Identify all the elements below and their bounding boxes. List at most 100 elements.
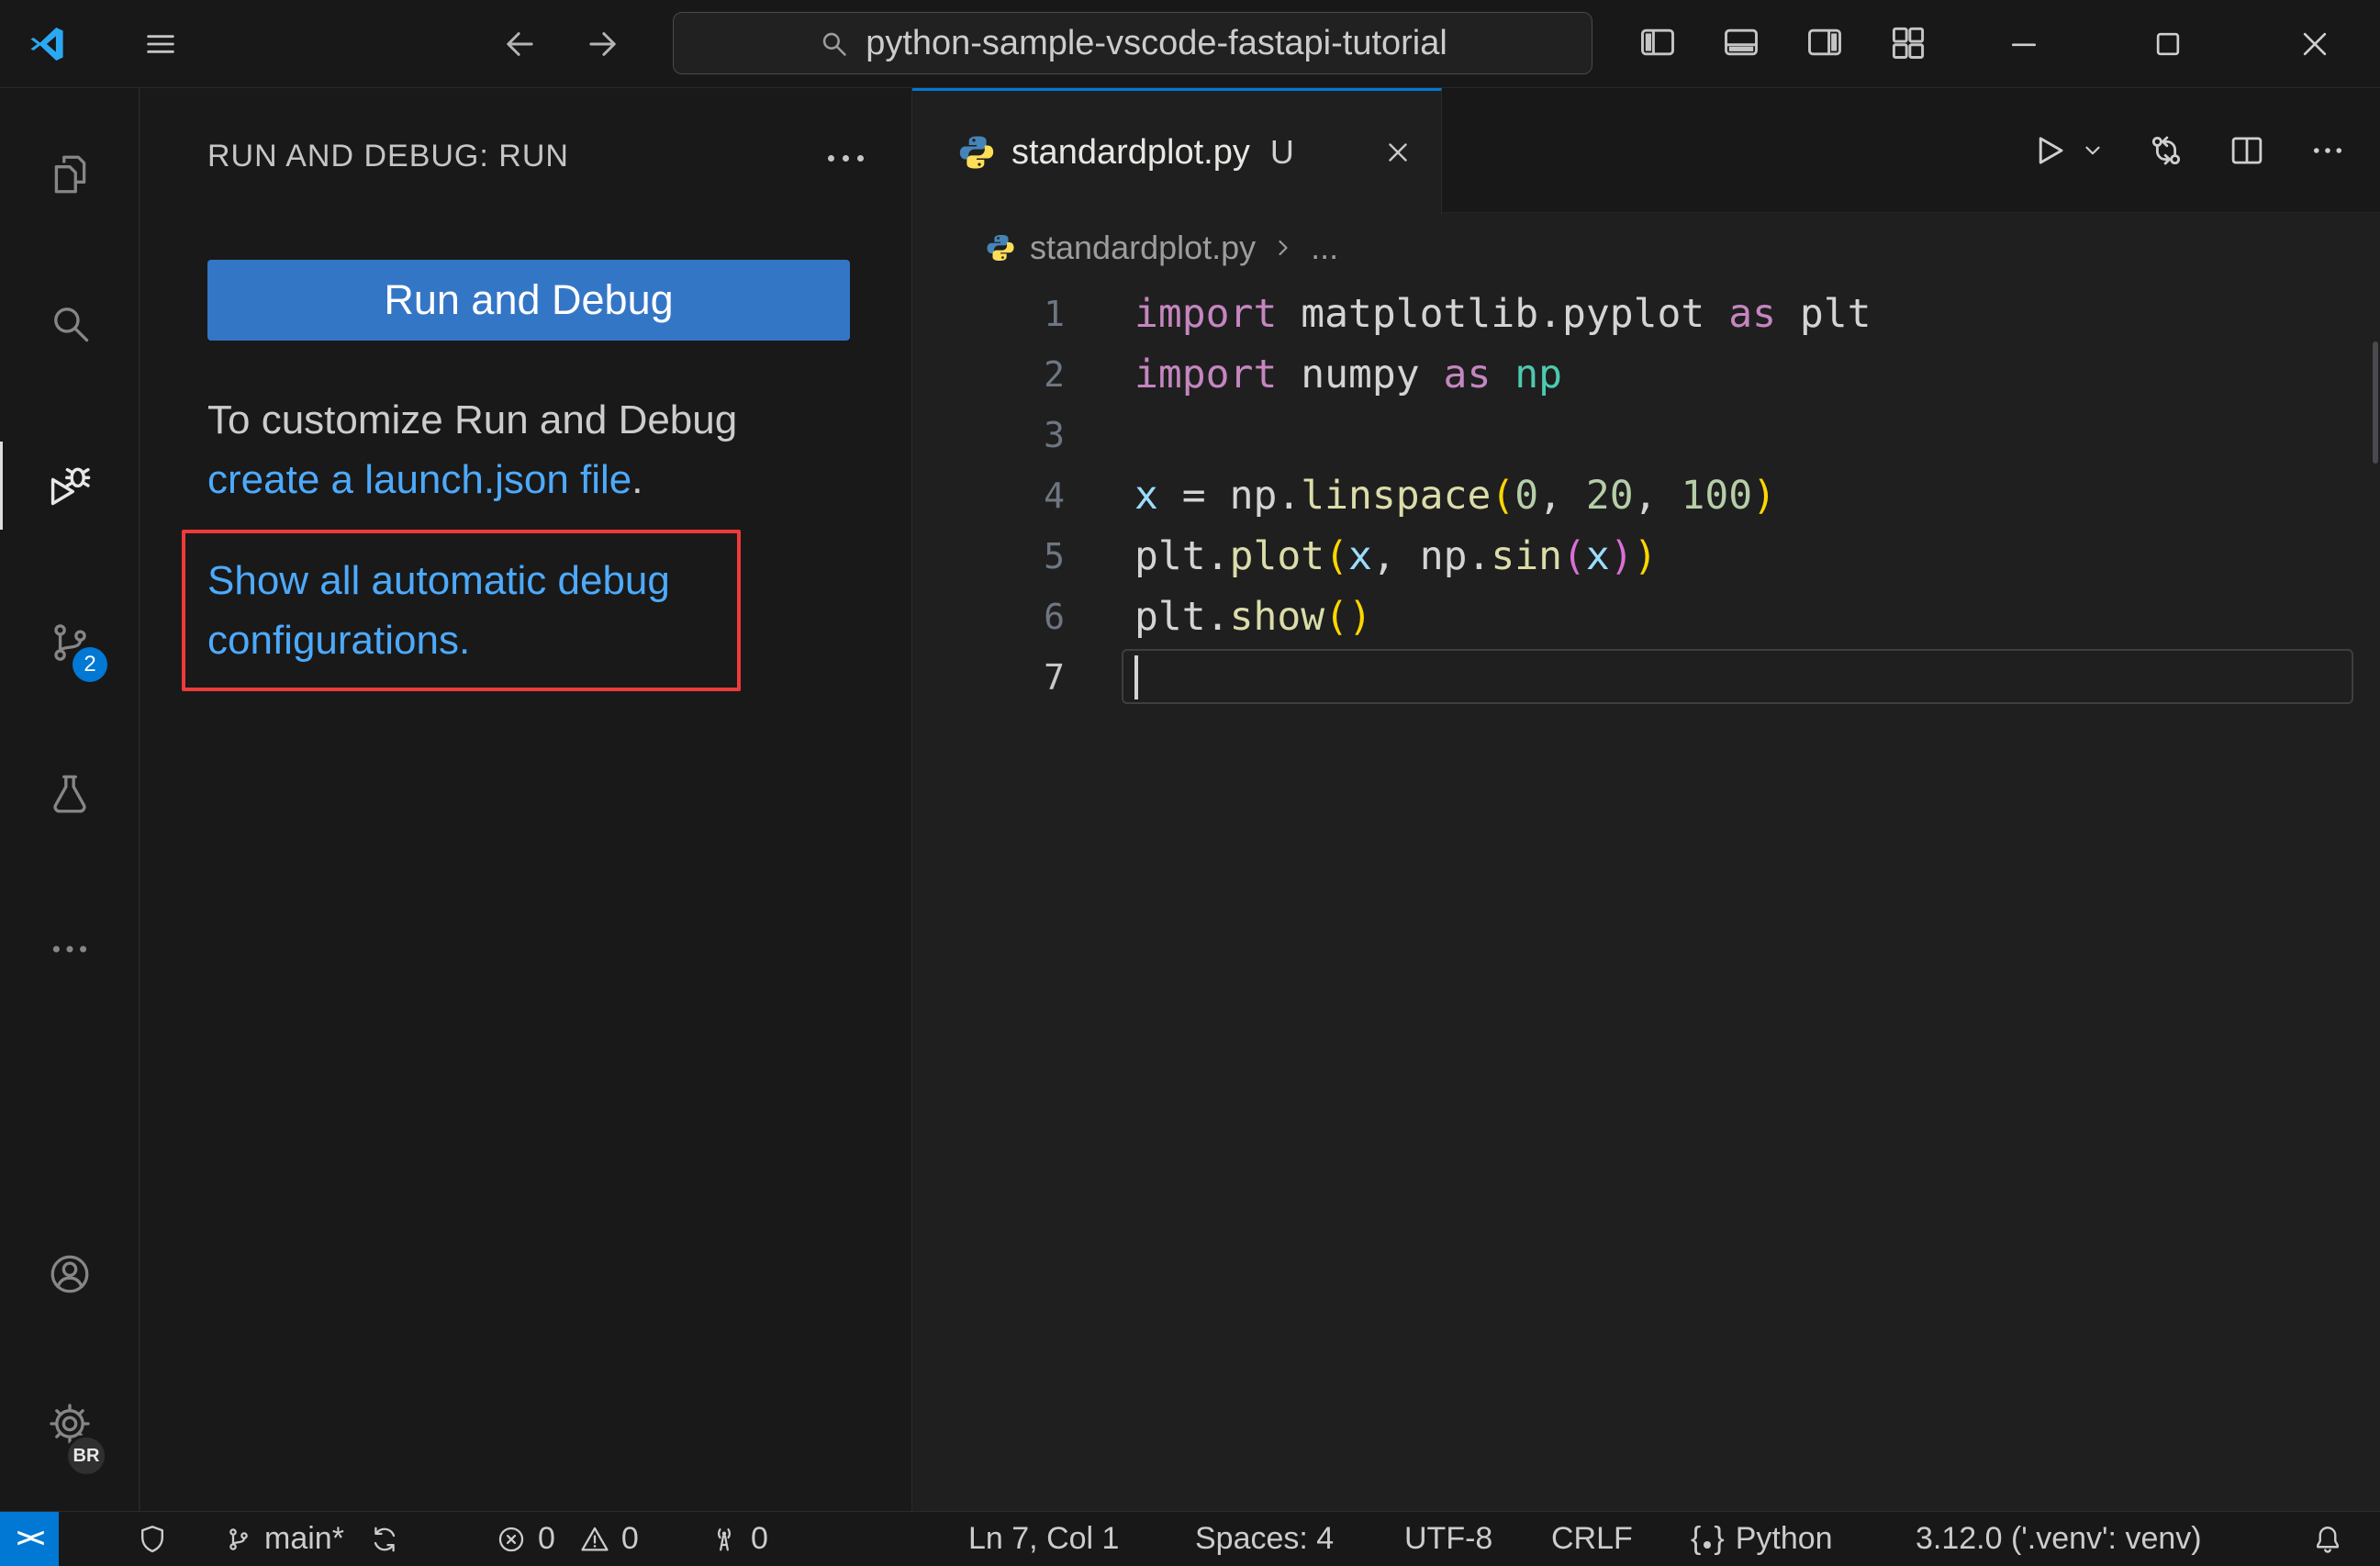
branch-name: main* — [264, 1521, 344, 1556]
beaker-icon — [47, 771, 93, 817]
status-bar: >< main* 0 0 0 Ln 7, Col 1 Spaces: 4 UTF… — [0, 1511, 2380, 1566]
editor-actions — [2029, 88, 2347, 213]
warning-count: 0 — [620, 1521, 639, 1556]
warning-icon — [579, 1524, 610, 1555]
line-number[interactable]: 4 — [912, 465, 1065, 526]
line-content: import numpy as np — [1134, 352, 1563, 397]
customize-layout-icon[interactable] — [1888, 22, 1928, 62]
language-mode-item[interactable]: {} Python — [1691, 1512, 1833, 1566]
error-icon — [496, 1524, 527, 1555]
back-arrow-icon[interactable] — [500, 25, 539, 63]
line-content: import matplotlib.pyplot as plt — [1134, 291, 1872, 337]
error-count: 0 — [538, 1521, 555, 1556]
sidebar-item-search[interactable] — [0, 279, 139, 367]
sidebar-item-run-and-debug[interactable] — [0, 442, 139, 530]
workspace-trust-badge[interactable] — [136, 1512, 169, 1566]
indentation-item[interactable]: Spaces: 4 — [1195, 1512, 1334, 1566]
sentence-period: . — [631, 457, 643, 502]
command-center-search[interactable]: python-sample-vscode-fastapi-tutorial — [673, 12, 1592, 74]
text-cursor — [1134, 655, 1138, 699]
toggle-panel-icon[interactable] — [1721, 22, 1761, 62]
bell-icon — [2311, 1523, 2344, 1556]
line-number[interactable]: 2 — [912, 344, 1065, 405]
title-bar: python-sample-vscode-fastapi-tutorial — [0, 0, 2380, 88]
tab-standardplot-py[interactable]: standardplot.py U — [912, 88, 1442, 214]
ports-count: 0 — [751, 1521, 768, 1556]
line-content: plt.plot(x, np.sin(x)) — [1134, 533, 1658, 579]
python-file-icon — [958, 134, 995, 171]
sidebar-more-actions-button[interactable] — [820, 141, 871, 174]
remote-icon: >< — [17, 1524, 45, 1553]
line-number[interactable]: 7 — [912, 647, 1065, 708]
tab-modified-indicator: U — [1269, 133, 1294, 171]
play-icon — [2039, 137, 2063, 164]
encoding-item[interactable]: UTF-8 — [1404, 1512, 1492, 1566]
more-views-button[interactable] — [0, 905, 139, 993]
tab-bar: standardplot.py U — [912, 88, 2380, 214]
run-and-debug-sidebar: RUN AND DEBUG: RUN Run and Debug To cust… — [140, 88, 912, 1511]
breadcrumb-file[interactable]: standardplot.py — [1030, 229, 1256, 267]
code-line-6[interactable]: 6 plt.show() — [912, 587, 2380, 647]
line-number[interactable]: 5 — [912, 526, 1065, 587]
show-automatic-debug-configurations-link[interactable]: Show all automatic debug configurations. — [207, 551, 670, 670]
ellipsis-icon — [827, 154, 834, 162]
activity-bar: 2 BR — [0, 88, 140, 1511]
code-line-3[interactable]: 3 — [912, 405, 2380, 465]
python-file-icon — [986, 233, 1015, 263]
toggle-sidebar-right-icon[interactable] — [1805, 22, 1845, 62]
menu-hamburger-icon[interactable] — [142, 26, 179, 62]
account-icon — [47, 1251, 93, 1297]
eol-item[interactable]: CRLF — [1551, 1512, 1633, 1566]
code-line-2[interactable]: 2 import numpy as np — [912, 344, 2380, 405]
run-python-file-button[interactable] — [2029, 131, 2105, 170]
tab-label: standardplot.py — [1011, 132, 1250, 172]
language-status-icon: {} — [1691, 1521, 1725, 1556]
git-branch-icon — [224, 1525, 253, 1554]
ports-status-item[interactable]: 0 — [709, 1512, 768, 1566]
more-actions-icon[interactable] — [2308, 131, 2347, 170]
tab-close-icon[interactable] — [1382, 137, 1413, 168]
sidebar-item-explorer[interactable] — [0, 130, 139, 218]
code-line-1[interactable]: 1 import matplotlib.pyplot as plt — [912, 284, 2380, 344]
chevron-down-icon — [2085, 146, 2100, 155]
line-number[interactable]: 6 — [912, 587, 1065, 647]
run-and-debug-button[interactable]: Run and Debug — [207, 260, 850, 341]
run-and-debug-icon — [46, 462, 94, 509]
sidebar-item-source-control[interactable] — [0, 598, 139, 687]
minimize-button[interactable] — [2006, 26, 2042, 62]
scrollbar-thumb[interactable] — [2373, 341, 2378, 464]
customize-hint-text: To customize Run and Debug — [207, 397, 738, 442]
cursor-position-item[interactable]: Ln 7, Col 1 — [968, 1512, 1119, 1566]
code-editor[interactable]: 1 import matplotlib.pyplot as plt 2 import … — [912, 277, 2380, 708]
create-launch-json-link[interactable]: create a launch.json file — [207, 457, 631, 502]
ellipsis-icon — [47, 926, 93, 972]
forward-arrow-icon[interactable] — [584, 25, 622, 63]
line-number[interactable]: 3 — [912, 405, 1065, 465]
code-line-7[interactable]: 7 — [912, 647, 2380, 708]
toggle-sidebar-left-icon[interactable] — [1637, 22, 1678, 62]
sidebar-item-testing[interactable] — [0, 750, 139, 838]
branch-status-item[interactable]: main* — [224, 1512, 399, 1566]
editor-group: standardplot.py U standardplot.py ... 1 … — [912, 88, 2380, 1511]
breadcrumb: standardplot.py ... — [986, 218, 1338, 277]
radio-tower-icon — [709, 1524, 740, 1555]
accounts-button[interactable] — [0, 1230, 139, 1318]
launch-json-row: create a launch.json file. — [207, 454, 643, 506]
profile-badge[interactable]: BR — [65, 1435, 107, 1477]
notifications-bell[interactable] — [2311, 1512, 2344, 1566]
problems-status-item[interactable]: 0 0 — [496, 1512, 639, 1566]
code-line-5[interactable]: 5 plt.plot(x, np.sin(x)) — [912, 526, 2380, 587]
code-line-4[interactable]: 4 x = np.linspace(0, 20, 100) — [912, 465, 2380, 526]
open-changes-icon[interactable] — [2147, 131, 2185, 170]
shield-icon — [136, 1523, 169, 1556]
python-interpreter-item[interactable]: 3.12.0 ('.venv': venv) — [1916, 1512, 2202, 1566]
vscode-logo-icon — [27, 24, 67, 64]
line-number[interactable]: 1 — [912, 284, 1065, 344]
split-editor-icon[interactable] — [2228, 131, 2266, 170]
search-icon — [47, 300, 93, 346]
remote-indicator[interactable]: >< — [0, 1512, 59, 1566]
close-button[interactable] — [2296, 26, 2333, 62]
breadcrumb-more[interactable]: ... — [1311, 229, 1338, 267]
maximize-button[interactable] — [2150, 26, 2186, 62]
source-control-badge: 2 — [73, 647, 107, 682]
